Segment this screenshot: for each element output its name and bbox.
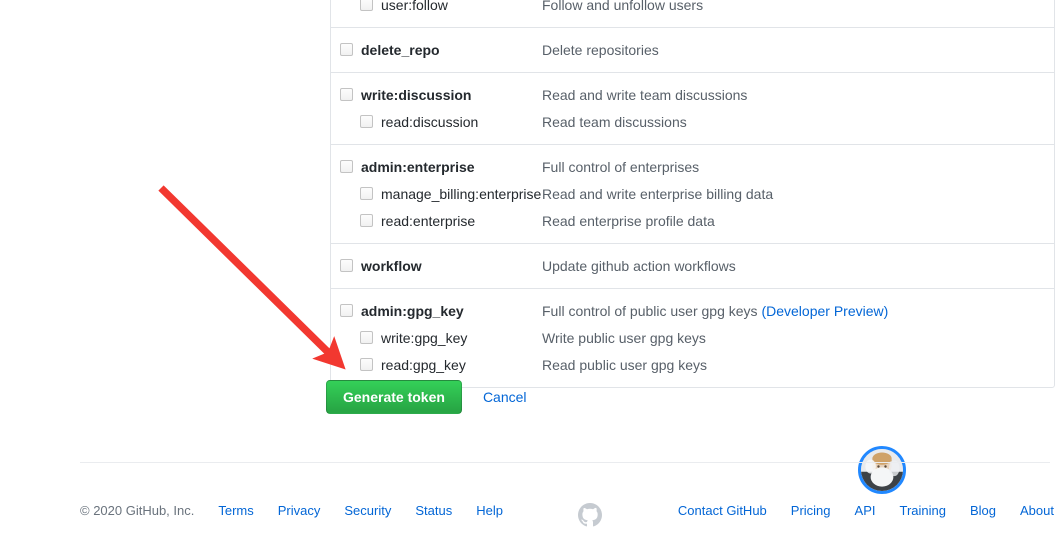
scope-name-label: admin:enterprise [361, 158, 475, 175]
scope-checkbox[interactable] [340, 160, 353, 173]
scope-name-label: workflow [361, 257, 422, 274]
scope-group: workflow Update github action workflows [331, 244, 1054, 289]
scope-description-text: Write public user gpg keys [542, 329, 706, 346]
scope-name-cell[interactable]: admin:enterprise [331, 159, 542, 175]
footer-link-privacy[interactable]: Privacy [278, 503, 321, 518]
scope-name-cell[interactable]: read:discussion [331, 114, 542, 130]
footer-link-terms[interactable]: Terms [218, 503, 253, 518]
scope-row[interactable]: write:discussion Read and write team disc… [331, 81, 1054, 108]
scope-name-label: manage_billing:enterprise [381, 185, 542, 202]
scope-row[interactable]: admin:enterprise Full control of enterpri… [331, 153, 1054, 180]
scope-checkbox[interactable] [360, 187, 373, 200]
scope-checkbox[interactable] [340, 88, 353, 101]
scope-description: Read and write team discussions [542, 87, 1054, 103]
footer-right-links: Contact GitHub Pricing API Training Blog Abou… [678, 503, 1054, 518]
scope-description: Delete repositories [542, 42, 1054, 58]
scope-checkbox[interactable] [360, 115, 373, 128]
scope-name-cell[interactable]: read:enterprise [331, 213, 542, 229]
scope-row[interactable]: read:enterprise Read enterprise profile d… [331, 207, 1054, 234]
scope-description-text: Delete repositories [542, 41, 659, 58]
scope-name-label: delete_repo [361, 41, 440, 58]
scope-description: Full control of enterprises [542, 159, 1054, 175]
scope-group: user:follow Follow and unfollow users [331, 0, 1054, 28]
scope-checkbox[interactable] [340, 259, 353, 272]
footer-link-security[interactable]: Security [344, 503, 391, 518]
scope-name-label: write:gpg_key [381, 329, 468, 346]
scope-checkbox[interactable] [360, 358, 373, 371]
scope-checkbox[interactable] [360, 214, 373, 227]
scopes-table: user:follow Follow and unfollow users dele… [330, 0, 1055, 388]
avatar[interactable] [858, 446, 906, 494]
avatar-photo [861, 449, 903, 491]
scope-description-text: Full control of enterprises [542, 158, 700, 175]
scope-description: Follow and unfollow users [542, 0, 1054, 13]
footer-link-blog[interactable]: Blog [970, 503, 996, 518]
scope-description-text: Read team discussions [542, 113, 687, 130]
footer-left-links: © 2020 GitHub, Inc. Terms Privacy Security… [80, 503, 527, 518]
scope-name-cell[interactable]: read:gpg_key [331, 357, 542, 373]
footer-link-pricing[interactable]: Pricing [791, 503, 831, 518]
footer-link-status[interactable]: Status [415, 503, 452, 518]
footer: © 2020 GitHub, Inc. Terms Privacy Security… [0, 503, 1062, 527]
footer-divider [80, 462, 1050, 463]
form-actions: Generate token Cancel [326, 380, 527, 414]
scope-row[interactable]: manage_billing:enterprise Read and write … [331, 180, 1054, 207]
scope-row[interactable]: delete_repo Delete repositories [331, 36, 1054, 63]
scope-description-text: Read and write enterprise billing data [542, 185, 774, 202]
scope-description: Write public user gpg keys [542, 330, 1054, 346]
scope-description: Read enterprise profile data [542, 213, 1054, 229]
scope-checkbox[interactable] [360, 0, 373, 11]
scope-group: admin:enterprise Full control of enterpri… [331, 145, 1054, 244]
scope-name-label: read:enterprise [381, 212, 476, 229]
scope-checkbox[interactable] [340, 304, 353, 317]
scope-description: Full control of public user gpg keys (De… [542, 303, 1054, 319]
scope-name-cell[interactable]: delete_repo [331, 42, 542, 58]
scope-row[interactable]: read:gpg_key Read public user gpg keys [331, 351, 1054, 378]
scope-description: Read public user gpg keys [542, 357, 1054, 373]
scope-row[interactable]: read:discussion Read team discussions [331, 108, 1054, 135]
scope-row[interactable]: write:gpg_key Write public user gpg keys [331, 324, 1054, 351]
scope-description-text: Read public user gpg keys [542, 356, 707, 373]
footer-link-api[interactable]: API [855, 503, 876, 518]
scope-checkbox[interactable] [360, 331, 373, 344]
scope-name-label: read:discussion [381, 113, 479, 130]
scope-name-cell[interactable]: workflow [331, 258, 542, 274]
footer-link-training[interactable]: Training [900, 503, 946, 518]
cancel-link[interactable]: Cancel [483, 389, 527, 405]
scope-name-cell[interactable]: write:gpg_key [331, 330, 542, 346]
developer-preview-link[interactable]: (Developer Preview) [761, 303, 888, 319]
scope-description: Read and write enterprise billing data [542, 186, 1054, 202]
scope-name-label: read:gpg_key [381, 356, 466, 373]
scope-name-label: user:follow [381, 0, 448, 13]
scope-name-cell[interactable]: manage_billing:enterprise [331, 186, 542, 202]
scope-name-label: write:discussion [361, 86, 472, 103]
scope-description-text: Follow and unfollow users [542, 0, 704, 13]
scope-row[interactable]: user:follow Follow and unfollow users [331, 0, 1054, 18]
scope-description-text: Read and write team discussions [542, 86, 748, 103]
scope-group: delete_repo Delete repositories [331, 28, 1054, 73]
scope-name-label: admin:gpg_key [361, 302, 464, 319]
scope-group: admin:gpg_key Full control of public user… [331, 289, 1054, 387]
footer-link-help[interactable]: Help [476, 503, 503, 518]
scope-group: write:discussion Read and write team disc… [331, 73, 1054, 145]
generate-token-button[interactable]: Generate token [326, 380, 462, 414]
scope-name-cell[interactable]: write:discussion [331, 87, 542, 103]
scope-name-cell[interactable]: admin:gpg_key [331, 303, 542, 319]
scope-description: Update github action workflows [542, 258, 1054, 274]
scope-row[interactable]: admin:gpg_key Full control of public user… [331, 297, 1054, 324]
scope-description-text: Update github action workflows [542, 257, 736, 274]
scope-description-text: Full control of public user gpg keys [542, 302, 762, 319]
copyright-text: © 2020 GitHub, Inc. [80, 503, 195, 518]
footer-link-about[interactable]: About [1020, 503, 1054, 518]
scope-description-text: Read enterprise profile data [542, 212, 715, 229]
scope-description: Read team discussions [542, 114, 1054, 130]
scope-name-cell[interactable]: user:follow [331, 0, 542, 13]
scope-checkbox[interactable] [340, 43, 353, 56]
footer-link-contact-github[interactable]: Contact GitHub [678, 503, 767, 518]
scope-row[interactable]: workflow Update github action workflows [331, 252, 1054, 279]
